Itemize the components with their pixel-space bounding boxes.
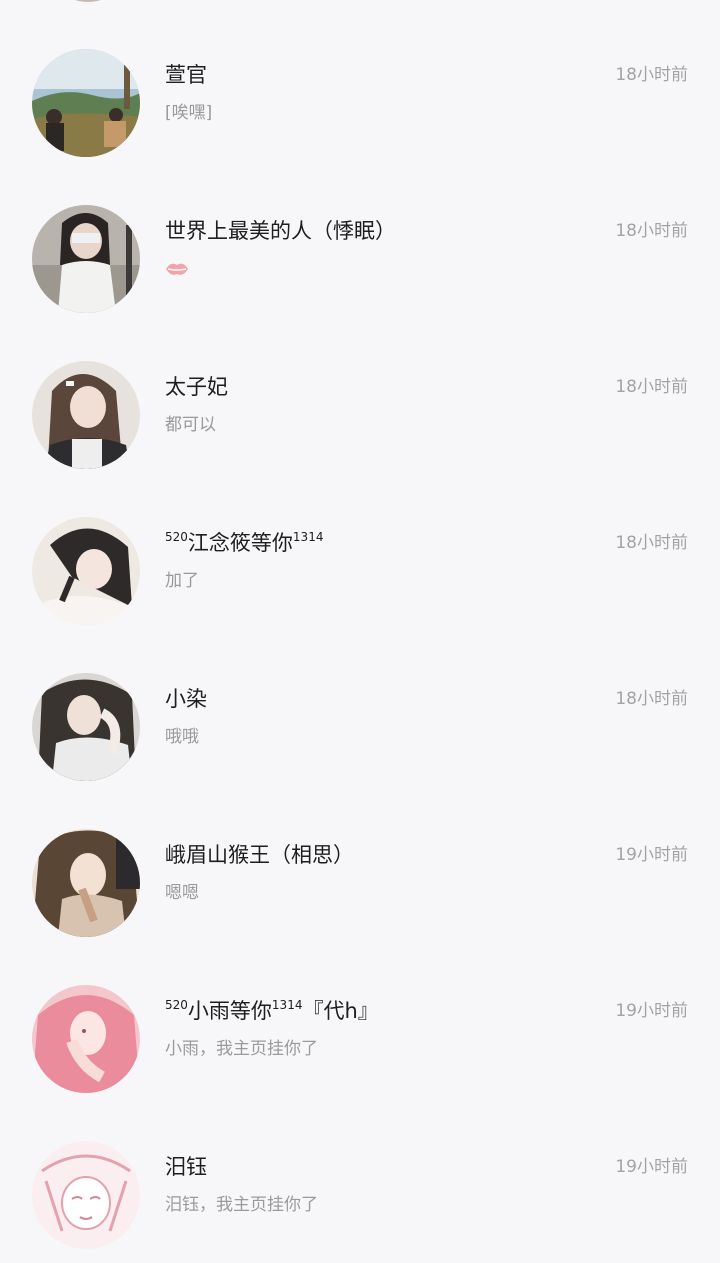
girl-photo-avatar-icon [32,361,140,469]
anime-sketch-avatar-icon [32,1141,140,1249]
anime-boy-avatar-icon [32,829,140,937]
timestamp: 19小时前 [615,1001,688,1021]
timestamp: 19小时前 [615,1157,688,1177]
girl-photo-avatar-icon [32,673,140,781]
chat-item[interactable]: 萱官 [唉嘿] 18小时前 [0,49,720,205]
message-preview: 小雨，我主页挂你了 [165,1039,318,1059]
contact-name: 小染 [165,687,207,711]
timestamp: 18小时前 [615,689,688,709]
message-preview [165,257,189,281]
contact-name: 520小雨等你1314『代h』 [165,997,379,1025]
chat-item[interactable]: 世界上最美的人（悸眠） 18小时前 [0,205,720,361]
chat-item[interactable]: 520小雨等你1314『代h』 小雨，我主页挂你了 19小时前 [0,985,720,1141]
timestamp: 18小时前 [615,65,688,85]
name-suffix-sup: 1314 [271,998,303,1012]
name-prefix-sup: 5 [165,998,173,1012]
message-preview: 哦哦 [165,727,199,747]
timestamp: 18小时前 [615,377,688,397]
name-prefix-sup: 5 [165,530,173,544]
name-prefix-sup: 0 [180,998,188,1012]
avatar[interactable] [32,829,140,937]
chat-item[interactable]: 小染 哦哦 18小时前 [0,673,720,829]
name-main: 江念筱等你 [187,531,293,555]
contact-name: 太子妃 [165,375,228,399]
avatar-partial[interactable] [44,0,132,2]
avatar[interactable] [32,673,140,781]
message-preview: 都可以 [165,415,216,435]
name-prefix-sup: 0 [180,530,188,544]
girl-photo-avatar-icon [32,205,140,313]
contact-name: 汨钰 [165,1155,207,1179]
avatar[interactable] [32,49,140,157]
contact-name: 世界上最美的人（悸眠） [165,219,396,243]
avatar[interactable] [32,361,140,469]
chat-item[interactable]: 汨钰 汨钰，我主页挂你了 19小时前 [0,1141,720,1263]
avatar[interactable] [32,205,140,313]
avatar[interactable] [32,1141,140,1249]
landscape-photo-avatar-icon [32,49,140,157]
name-tail: 『代h』 [302,999,379,1023]
message-preview: [唉嘿] [165,103,213,123]
chat-item[interactable]: 太子妃 都可以 18小时前 [0,361,720,517]
message-preview: 嗯嗯 [165,883,199,903]
message-preview: 加了 [165,571,199,591]
timestamp: 18小时前 [615,221,688,241]
avatar[interactable] [32,517,140,625]
message-preview: 汨钰，我主页挂你了 [165,1195,318,1215]
timestamp: 19小时前 [615,845,688,865]
contact-name: 萱官 [165,63,207,87]
lips-emoji-icon [166,263,188,275]
chat-item[interactable]: 峨眉山猴王（相思） 嗯嗯 19小时前 [0,829,720,985]
timestamp: 18小时前 [615,533,688,553]
chat-list: 萱官 [唉嘿] 18小时前 世界上最美的人（悸眠） 18小时前 太子妃 都可以 … [0,0,720,1263]
name-main: 小雨等你 [187,999,272,1023]
contact-name: 520江念筱等你1314 [165,529,323,557]
avatar[interactable] [32,985,140,1093]
chat-item[interactable]: 520江念筱等你1314 加了 18小时前 [0,517,720,673]
girl-photo-avatar-icon [32,517,140,625]
name-suffix-sup: 1314 [292,530,324,544]
pink-hair-avatar-icon [32,985,140,1093]
contact-name: 峨眉山猴王（相思） [165,843,354,867]
